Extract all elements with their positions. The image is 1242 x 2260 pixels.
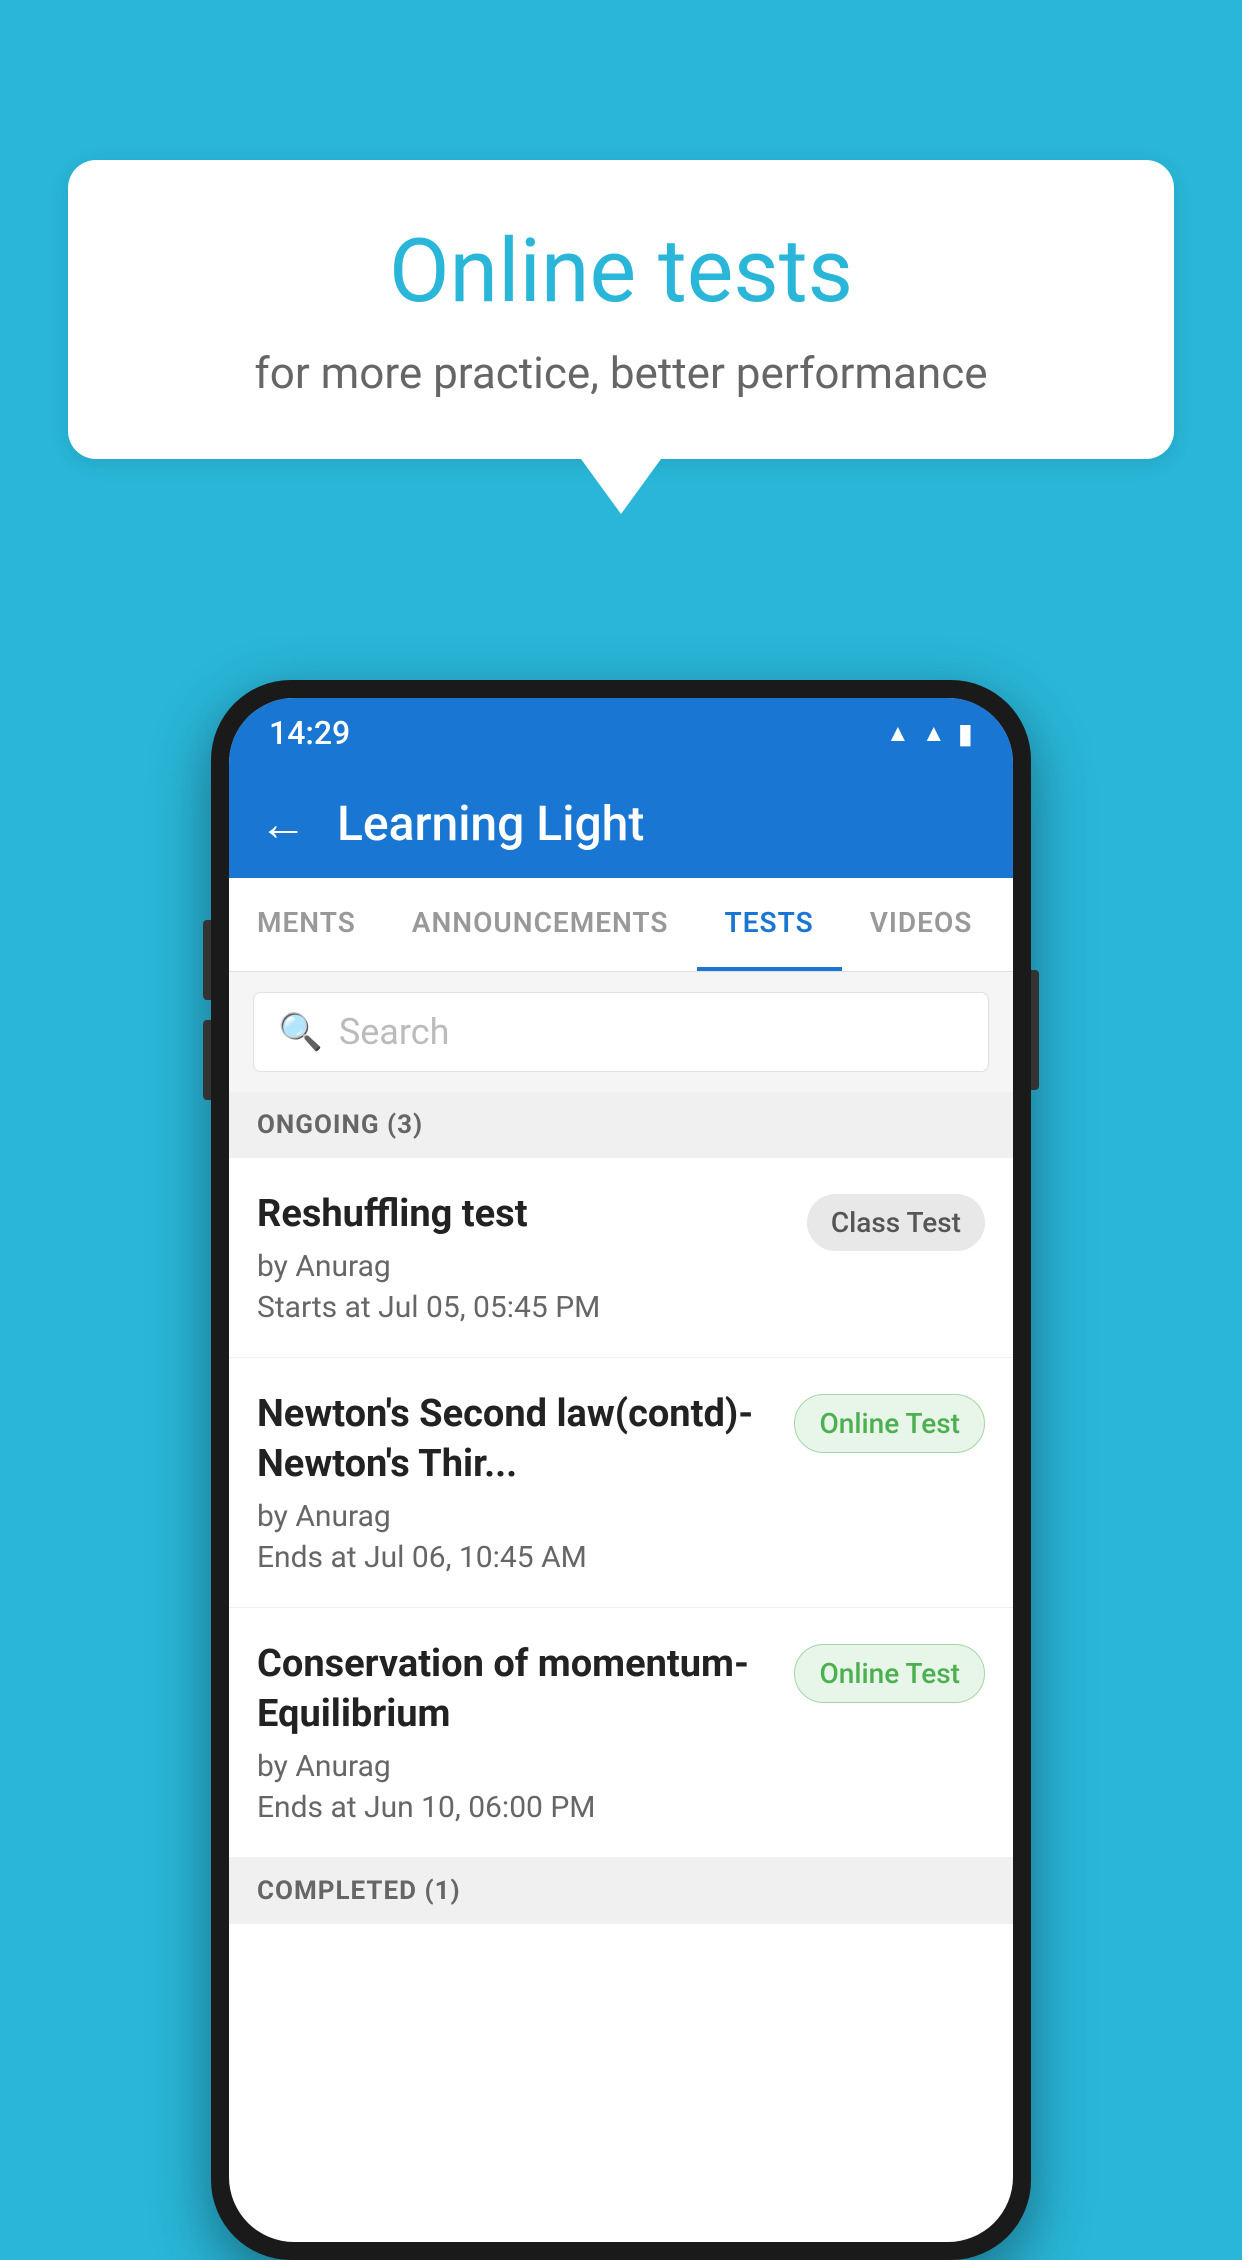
app-bar-title: Learning Light [337,795,644,852]
test-item[interactable]: Newton's Second law(contd)-Newton's Thir… [229,1358,1013,1608]
phone-outer: 14:29 ← Learning Light MENTS ANNOUNCEMEN… [211,680,1031,2260]
status-time: 14:29 [269,714,350,752]
test-author: by Anurag [257,1249,787,1284]
wifi-icon [886,719,910,748]
speech-bubble-title: Online tests [148,220,1094,323]
app-bar: ← Learning Light [229,768,1013,878]
volume-down-button [203,1020,211,1100]
speech-bubble-subtitle: for more practice, better performance [148,347,1094,399]
test-author: by Anurag [257,1499,774,1534]
test-badge: Online Test [794,1644,985,1703]
speech-bubble-container: Online tests for more practice, better p… [68,160,1174,514]
tab-ments[interactable]: MENTS [229,878,384,971]
test-name: Conservation of momentum-Equilibrium [257,1640,774,1739]
volume-up-button [203,920,211,1000]
test-item[interactable]: Reshuffling test by Anurag Starts at Jul… [229,1158,1013,1358]
test-info: Newton's Second law(contd)-Newton's Thir… [257,1390,774,1575]
search-icon: 🔍 [278,1011,323,1053]
tab-announcements[interactable]: ANNOUNCEMENTS [384,878,697,971]
battery-icon [958,717,973,750]
search-input[interactable]: Search [339,1011,450,1053]
test-name: Reshuffling test [257,1190,787,1239]
completed-section-header: COMPLETED (1) [229,1858,1013,1924]
test-date: Starts at Jul 05, 05:45 PM [257,1290,787,1325]
ongoing-section-header: ONGOING (3) [229,1092,1013,1158]
tabs-container: MENTS ANNOUNCEMENTS TESTS VIDEOS [229,878,1013,972]
speech-bubble: Online tests for more practice, better p… [68,160,1174,459]
search-container: 🔍 Search [229,972,1013,1092]
back-button[interactable]: ← [259,795,307,852]
test-name: Newton's Second law(contd)-Newton's Thir… [257,1390,774,1489]
test-info: Conservation of momentum-Equilibrium by … [257,1640,774,1825]
search-bar[interactable]: 🔍 Search [253,992,989,1072]
phone-container: 14:29 ← Learning Light MENTS ANNOUNCEMEN… [211,680,1031,2260]
tab-tests[interactable]: TESTS [697,878,842,971]
test-item[interactable]: Conservation of momentum-Equilibrium by … [229,1608,1013,1858]
speech-bubble-arrow [581,459,661,514]
phone-screen: 14:29 ← Learning Light MENTS ANNOUNCEMEN… [229,698,1013,2242]
test-badge: Class Test [807,1194,985,1251]
test-badge: Online Test [794,1394,985,1453]
tab-videos[interactable]: VIDEOS [842,878,1001,971]
test-date: Ends at Jul 06, 10:45 AM [257,1540,774,1575]
status-bar: 14:29 [229,698,1013,768]
test-list: Reshuffling test by Anurag Starts at Jul… [229,1158,1013,1858]
test-info: Reshuffling test by Anurag Starts at Jul… [257,1190,787,1325]
test-date: Ends at Jun 10, 06:00 PM [257,1790,774,1825]
signal-icon [922,719,946,748]
status-icons [886,717,973,750]
test-author: by Anurag [257,1749,774,1784]
power-button [1031,970,1039,1090]
